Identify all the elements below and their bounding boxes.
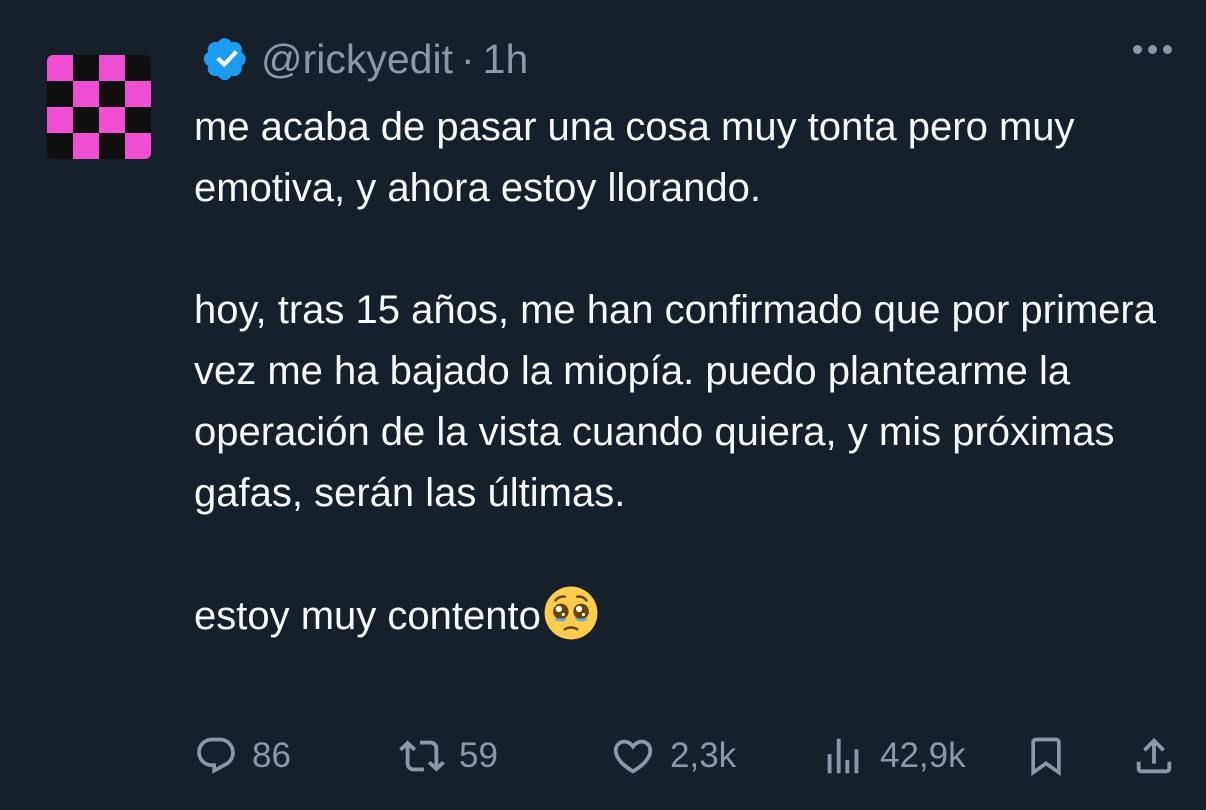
views-button[interactable]: 42,9k	[820, 728, 966, 784]
views-count: 42,9k	[880, 736, 966, 775]
avatar-cell	[99, 107, 125, 133]
more-dot	[1133, 45, 1142, 54]
tweet-paragraph: hoy, tras 15 años, me han confirmado que…	[194, 288, 1156, 515]
avatar-cell	[73, 55, 99, 81]
avatar-cell	[47, 55, 73, 81]
like-count: 2,3k	[670, 736, 737, 775]
share-button[interactable]	[1131, 728, 1177, 784]
avatar-cell	[47, 107, 73, 133]
tweet-header: @rickyedit · 1h	[203, 33, 528, 85]
avatar[interactable]	[47, 55, 151, 159]
avatar-cell	[99, 81, 125, 107]
verified-badge-icon	[203, 38, 246, 80]
share-icon	[1136, 737, 1172, 774]
retweet-icon	[399, 740, 445, 772]
reply-count: 86	[252, 736, 291, 775]
avatar-cell	[73, 107, 99, 133]
tweet-paragraph: me acaba de pasar una cosa muy tonta per…	[194, 105, 1075, 210]
reply-icon	[197, 737, 235, 774]
heart-icon	[613, 739, 653, 774]
more-options-icon[interactable]	[1133, 45, 1172, 54]
avatar-cell	[125, 81, 151, 107]
avatar-cell	[99, 133, 125, 159]
bookmark-button[interactable]	[1024, 728, 1068, 784]
avatar-cell	[47, 81, 73, 107]
more-dot	[1163, 45, 1172, 54]
avatar-cell	[47, 133, 73, 159]
more-dot	[1148, 45, 1157, 54]
retweet-count: 59	[459, 736, 498, 775]
retweet-button[interactable]: 59	[399, 728, 498, 784]
bookmark-icon	[1031, 737, 1061, 777]
avatar-cell	[99, 55, 125, 81]
views-icon	[827, 738, 859, 774]
tweet-actions: 86 59 2,3k 42,9k	[194, 728, 1179, 784]
tweet-paragraph-last: estoy muy contento	[194, 585, 1184, 647]
avatar-cell	[125, 133, 151, 159]
tweet-text: me acaba de pasar una cosa muy tonta per…	[194, 97, 1184, 647]
tweet-timestamp[interactable]: 1h	[483, 36, 529, 83]
header-separator: ·	[461, 35, 475, 82]
pleading-face-emoji	[544, 586, 598, 640]
author-handle[interactable]: @rickyedit	[261, 36, 453, 83]
avatar-cell	[73, 81, 99, 107]
avatar-cell	[125, 107, 151, 133]
like-button[interactable]: 2,3k	[610, 728, 736, 784]
reply-button[interactable]: 86	[194, 728, 291, 784]
avatar-cell	[125, 55, 151, 81]
tweet-paragraph-text: estoy muy contento	[194, 594, 541, 638]
avatar-cell	[73, 133, 99, 159]
